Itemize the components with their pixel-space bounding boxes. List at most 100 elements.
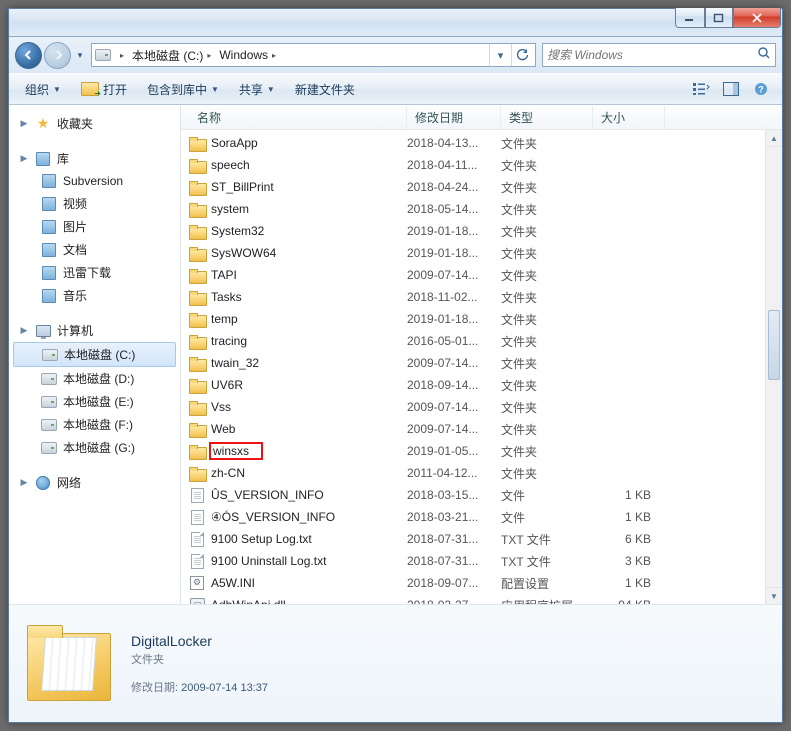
back-button[interactable] [15, 42, 42, 69]
file-row[interactable]: SoraApp2018-04-13...文件夹 [181, 132, 782, 154]
folder-icon [189, 421, 205, 437]
search-input[interactable] [547, 48, 757, 62]
file-type: 文件夹 [501, 465, 593, 482]
maximize-button[interactable] [705, 8, 733, 28]
library-item-icon [41, 288, 57, 304]
sidebar-library-item[interactable]: 文档 [9, 238, 180, 261]
column-headers: 名称 修改日期 类型 大小 [181, 106, 782, 130]
file-row[interactable]: Web2009-07-14...文件夹 [181, 418, 782, 440]
column-size[interactable]: 大小 [593, 106, 665, 129]
computer-icon [35, 323, 51, 339]
sidebar-item-label: 文档 [63, 241, 87, 258]
file-row[interactable]: UV6R2018-09-14...文件夹 [181, 374, 782, 396]
sidebar-favorites[interactable]: ▶★收藏夹 [9, 112, 180, 135]
sidebar-item-label: 本地磁盘 (D:) [63, 370, 134, 387]
sidebar-library-item[interactable]: 音乐 [9, 284, 180, 307]
column-type[interactable]: 类型 [501, 106, 593, 129]
breadcrumb-root-arrow[interactable]: ▸ [116, 51, 128, 60]
file-icon [189, 509, 205, 525]
sidebar-computer[interactable]: ▶计算机 [9, 319, 180, 342]
file-row[interactable]: 9100 Uninstall Log.txt2018-07-31...TXT 文… [181, 550, 782, 572]
sidebar-drive-item[interactable]: 本地磁盘 (E:) [9, 390, 180, 413]
column-name[interactable]: 名称 [189, 106, 407, 129]
forward-button[interactable] [44, 42, 71, 69]
column-date[interactable]: 修改日期 [407, 106, 501, 129]
sidebar-library-item[interactable]: 迅雷下载 [9, 261, 180, 284]
help-button[interactable]: ? [748, 77, 774, 101]
sidebar-drive-item[interactable]: 本地磁盘 (D:) [9, 367, 180, 390]
nav-history-dropdown[interactable]: ▾ [73, 44, 87, 66]
search-box[interactable] [542, 43, 776, 67]
minimize-button[interactable] [675, 8, 705, 28]
file-row[interactable]: 9100 Setup Log.txt2018-07-31...TXT 文件6 K… [181, 528, 782, 550]
preview-pane-button[interactable] [718, 77, 744, 101]
file-row[interactable]: ÛS_VERSION_INFO2018-03-15...文件1 KB [181, 484, 782, 506]
file-type: 配置设置 [501, 575, 593, 592]
file-row[interactable]: winsxs2019-01-05...文件夹 [181, 440, 782, 462]
new-folder-button[interactable]: 新建文件夹 [287, 77, 363, 102]
file-row[interactable]: ST_BillPrint2018-04-24...文件夹 [181, 176, 782, 198]
scroll-up[interactable]: ▲ [766, 130, 782, 147]
sidebar-drive-item[interactable]: 本地磁盘 (F:) [9, 413, 180, 436]
file-row[interactable]: TAPI2009-07-14...文件夹 [181, 264, 782, 286]
file-row[interactable]: SysWOW642019-01-18...文件夹 [181, 242, 782, 264]
open-button[interactable]: 打开 [73, 77, 135, 102]
sidebar-drive-item[interactable]: 本地磁盘 (G:) [9, 436, 180, 459]
sidebar-library-item[interactable]: 视频 [9, 192, 180, 215]
file-row[interactable]: Vss2009-07-14...文件夹 [181, 396, 782, 418]
file-type: 文件夹 [501, 399, 593, 416]
folder-icon [189, 245, 205, 261]
folder-icon [189, 179, 205, 195]
address-dropdown[interactable]: ▾ [489, 44, 511, 66]
titlebar[interactable] [9, 9, 782, 37]
file-pane: 名称 修改日期 类型 大小 SoraApp2018-04-13...文件夹spe… [181, 106, 782, 604]
file-row[interactable]: speech2018-04-11...文件夹 [181, 154, 782, 176]
file-icon [189, 487, 205, 503]
file-date: 2009-07-14... [407, 356, 501, 370]
file-row[interactable]: temp2019-01-18...文件夹 [181, 308, 782, 330]
file-name: temp [211, 312, 238, 326]
file-row[interactable]: tracing2016-05-01...文件夹 [181, 330, 782, 352]
file-row[interactable]: System322019-01-18...文件夹 [181, 220, 782, 242]
share-menu[interactable]: 共享▼ [231, 77, 283, 102]
library-item-icon [41, 219, 57, 235]
search-icon[interactable] [757, 46, 771, 65]
library-item-icon [41, 265, 57, 281]
navigation-pane[interactable]: ▶★收藏夹 ▶库 Subversion视频图片文档迅雷下载音乐 ▶计算机 本地磁… [9, 106, 181, 604]
address-bar[interactable]: ▸ 本地磁盘 (C:)▸ Windows▸ ▾ [91, 43, 536, 67]
file-type: 文件 [501, 487, 593, 504]
file-name: ST_BillPrint [211, 180, 274, 194]
file-list[interactable]: SoraApp2018-04-13...文件夹speech2018-04-11.… [181, 130, 782, 604]
file-row[interactable]: Tasks2018-11-02...文件夹 [181, 286, 782, 308]
file-name: system [211, 202, 249, 216]
close-button[interactable] [733, 8, 781, 28]
view-options-button[interactable] [688, 77, 714, 101]
sidebar-libraries[interactable]: ▶库 [9, 147, 180, 170]
folder-icon [189, 289, 205, 305]
file-name: tracing [211, 334, 247, 348]
scroll-down[interactable]: ▼ [766, 587, 782, 604]
file-size: 1 KB [593, 510, 665, 524]
sidebar-item-label: 本地磁盘 (E:) [63, 393, 134, 410]
scrollbar[interactable]: ▲ ▼ [765, 130, 782, 604]
breadcrumb-folder[interactable]: Windows▸ [215, 48, 280, 62]
sidebar-library-item[interactable]: 图片 [9, 215, 180, 238]
file-row[interactable]: zh-CN2011-04-12...文件夹 [181, 462, 782, 484]
refresh-button[interactable] [511, 44, 533, 66]
file-row[interactable]: system2018-05-14...文件夹 [181, 198, 782, 220]
file-name: A5W.INI [211, 576, 255, 590]
file-row[interactable]: twain_322009-07-14...文件夹 [181, 352, 782, 374]
organize-menu[interactable]: 组织▼ [17, 77, 69, 102]
file-row[interactable]: AdbWinApi.dll2018-02-27...应用程序扩展94 KB [181, 594, 782, 604]
include-menu[interactable]: 包含到库中▼ [139, 77, 227, 102]
breadcrumb-drive[interactable]: 本地磁盘 (C:)▸ [128, 47, 215, 64]
sidebar-library-item[interactable]: Subversion [9, 170, 180, 192]
file-name: ÛS_VERSION_INFO [211, 488, 324, 502]
file-row[interactable]: A5W.INI2018-09-07...配置设置1 KB [181, 572, 782, 594]
scroll-thumb[interactable] [768, 310, 780, 380]
sidebar-drive-item[interactable]: 本地磁盘 (C:) [13, 342, 176, 367]
file-row[interactable]: ④ÓS_VERSION_INFO2018-03-21...文件1 KB [181, 506, 782, 528]
folder-icon [189, 223, 205, 239]
folder-icon [189, 311, 205, 327]
sidebar-network[interactable]: ▶网络 [9, 471, 180, 494]
